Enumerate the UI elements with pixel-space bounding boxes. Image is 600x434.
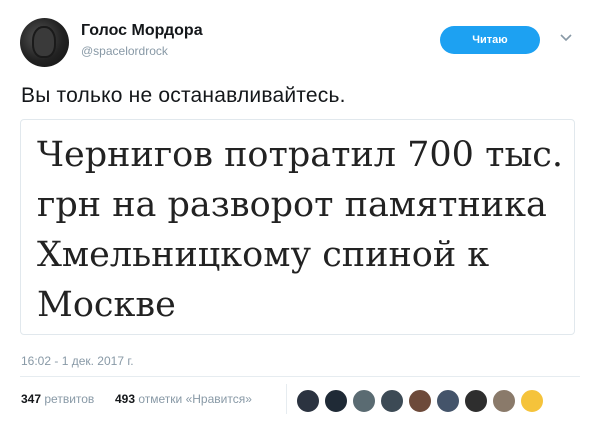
liker-avatar[interactable] [520, 389, 544, 413]
liker-avatar[interactable] [296, 389, 320, 413]
stats-divider [286, 384, 287, 414]
retweet-label[interactable]: ретвитов [44, 392, 94, 406]
like-label[interactable]: отметки «Нравится» [138, 392, 252, 406]
tweet-stats: 347 ретвитов 493 отметки «Нравится» [21, 392, 252, 406]
avatar[interactable] [20, 18, 69, 67]
liker-avatar[interactable] [492, 389, 516, 413]
chevron-down-icon[interactable] [558, 30, 574, 46]
retweet-count[interactable]: 347 [21, 392, 41, 406]
following-button[interactable]: Читаю [440, 26, 540, 54]
liker-avatar[interactable] [324, 389, 348, 413]
liker-avatar[interactable] [380, 389, 404, 413]
quote-image-card[interactable]: Чернигов потратил 700 тыс. грн на развор… [20, 119, 575, 335]
author-name[interactable]: Голос Мордора [81, 22, 203, 40]
liker-avatar[interactable] [464, 389, 488, 413]
divider [20, 376, 580, 377]
tweet-text: Вы только не останавливайтесь. [21, 84, 346, 107]
liker-avatar[interactable] [352, 389, 376, 413]
liker-avatar[interactable] [436, 389, 460, 413]
avatar-figure [34, 28, 54, 56]
liker-avatar[interactable] [408, 389, 432, 413]
chevron-down-icon-glyph [560, 34, 572, 42]
author-handle[interactable]: @spacelordrock [81, 44, 168, 58]
like-count[interactable]: 493 [115, 392, 135, 406]
tweet-timestamp[interactable]: 16:02 - 1 дек. 2017 г. [21, 354, 134, 368]
card-headline: Чернигов потратил 700 тыс. грн на развор… [37, 135, 564, 325]
